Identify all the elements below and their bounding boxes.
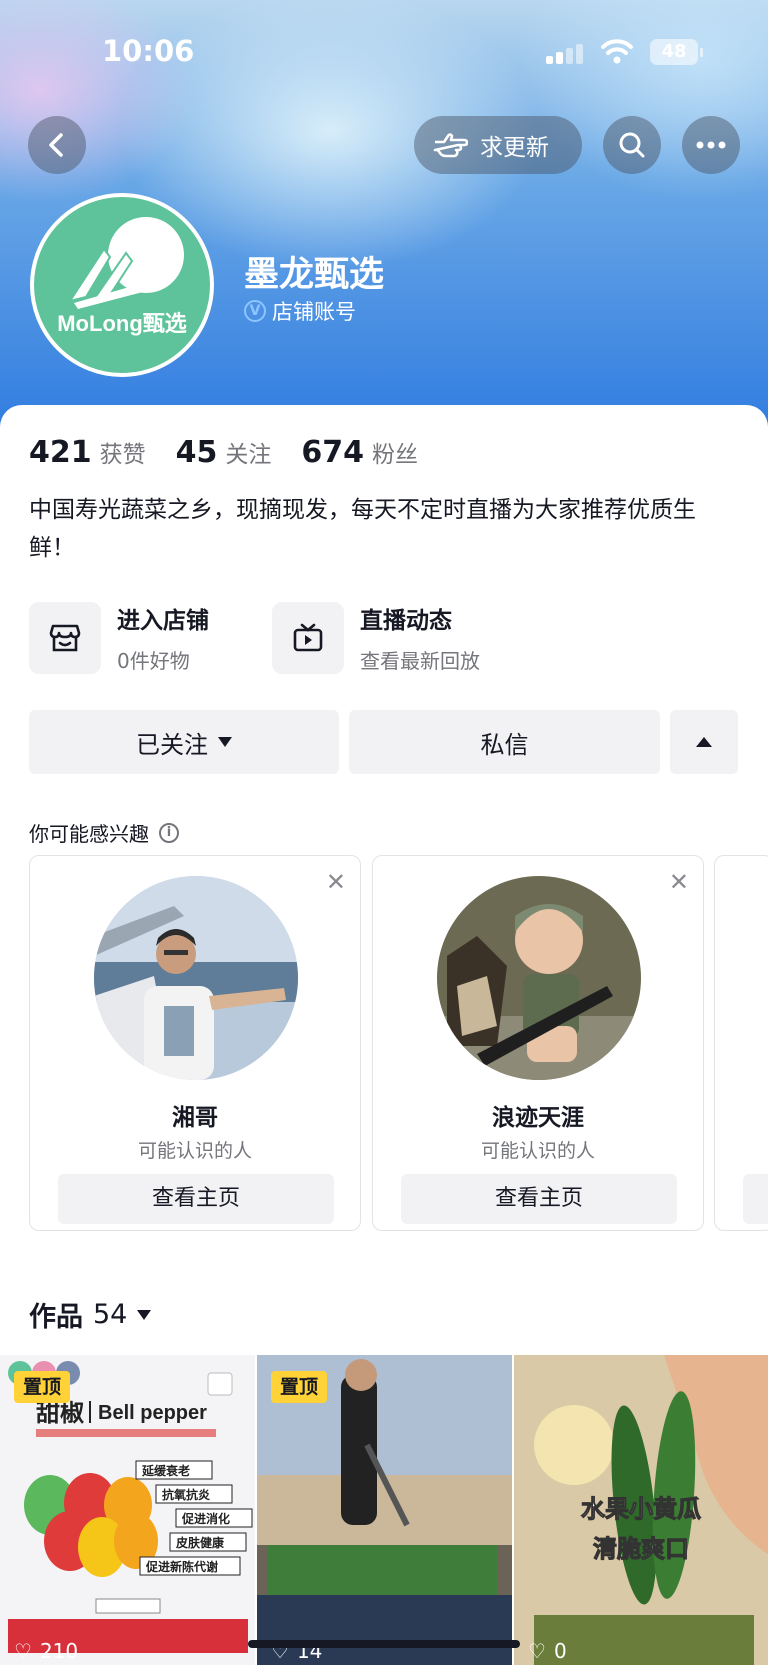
search-button[interactable] (603, 116, 661, 174)
collapse-suggestions-button[interactable] (670, 710, 738, 774)
suggestion-name: 湘哥 (172, 1105, 218, 1131)
live-updates-title: 直播动态 (360, 608, 452, 634)
back-button[interactable] (28, 116, 86, 174)
close-icon[interactable]: ✕ (669, 868, 689, 896)
stat-followers[interactable]: 674 粉丝 (301, 435, 418, 470)
enter-store-entry[interactable]: 进入店铺 0件好物 (29, 601, 209, 674)
avatar-logo-text: MoLong甄选 (57, 311, 187, 336)
works-grid: 甜椒 Bell pepper 延缓衰老 抗氧抗炎 促进消化 皮肤健康 促进新陈代… (0, 1355, 768, 1665)
view-profile-button[interactable]: 查看主页 (58, 1174, 334, 1224)
followed-label: 已关注 (136, 730, 208, 759)
home-indicator (248, 1640, 520, 1648)
account-type-label: 店铺账号 (272, 300, 356, 324)
suggestion-name: 浪迹天涯 (492, 1105, 584, 1131)
suggestion-card[interactable]: ✕ 浪迹天涯 可能认识的人 查看主页 (372, 855, 704, 1231)
profile-bio: 中国寿光蔬菜之乡，现摘现发，每天不定时直播为大家推荐优质生鲜！ (29, 497, 696, 561)
more-dots-icon (696, 141, 726, 149)
followed-button[interactable]: 已关注 (29, 710, 339, 774)
stat-likes[interactable]: 421 获赞 (29, 435, 146, 470)
wifi-icon (601, 39, 633, 64)
heart-icon: ♡ (528, 1639, 546, 1663)
verified-badge-icon: V (244, 300, 266, 322)
message-label: 私信 (480, 730, 529, 759)
pinned-badge: 置顶 (271, 1371, 327, 1403)
suggestion-subtitle: 可能认识的人 (137, 1140, 252, 1162)
suggestion-subtitle: 可能认识的人 (480, 1140, 595, 1162)
live-updates-entry[interactable]: 直播动态 查看最新回放 (272, 601, 480, 674)
suggestion-avatar[interactable] (94, 876, 298, 1080)
svg-text:延缓衰老: 延缓衰老 (141, 1463, 190, 1478)
svg-text:皮肤健康: 皮肤健康 (175, 1535, 225, 1550)
work-thumbnail: 水果小黄瓜 清脆爽口 (514, 1355, 768, 1665)
view-profile-button[interactable] (743, 1174, 768, 1224)
suggestion-card-partial[interactable] (714, 855, 768, 1231)
svg-text:促进新陈代谢: 促进新陈代谢 (145, 1559, 218, 1574)
pinned-badge: 置顶 (14, 1371, 70, 1403)
profile-card: 421 获赞 45 关注 674 粉丝 中国寿光蔬菜之乡，现摘现发，每天不定时直播为大… (0, 405, 768, 1665)
svg-text:抗氧抗炎: 抗氧抗炎 (162, 1487, 210, 1502)
info-icon[interactable]: i (159, 822, 179, 843)
tv-icon (272, 601, 344, 674)
works-label: 作品 (29, 1302, 83, 1333)
work-tile[interactable]: 置顶 ♡ 14 (257, 1355, 512, 1665)
chevron-left-icon (49, 133, 63, 157)
svg-text:Bell pepper: Bell pepper (98, 1402, 207, 1424)
caret-up-icon (696, 737, 712, 747)
work-tile[interactable]: 水果小黄瓜 清脆爽口 ♡ 0 (514, 1355, 768, 1665)
message-button[interactable]: 私信 (349, 710, 660, 774)
suggestions-title: 你可能感兴趣 i (29, 818, 179, 847)
store-icon (29, 601, 101, 674)
works-count: 54 (93, 1299, 128, 1330)
account-type: V 店铺账号 (244, 296, 356, 326)
shop-avatar[interactable]: MoLong甄选 (30, 193, 214, 377)
svg-text:甜椒: 甜椒 (36, 1399, 84, 1427)
svg-text:促进消化: 促进消化 (181, 1511, 230, 1526)
heart-icon: ♡ (14, 1639, 32, 1663)
action-buttons: 已关注 私信 (29, 710, 738, 774)
status-bar: 10:06 48 (0, 28, 768, 78)
request-update-label: 求更新 (480, 135, 549, 161)
enter-store-title: 进入店铺 (117, 608, 209, 634)
more-options-button[interactable] (682, 116, 740, 174)
svg-text:水果小黄瓜: 水果小黄瓜 (581, 1495, 701, 1523)
profile-stats: 421 获赞 45 关注 674 粉丝 (29, 435, 418, 470)
request-update-button[interactable]: 求更新 (414, 116, 582, 174)
view-profile-button[interactable]: 查看主页 (401, 1174, 677, 1224)
suggestion-card[interactable]: ✕ 湘哥 可能认识的人 查看主页 (29, 855, 361, 1231)
caret-down-icon (137, 1309, 152, 1320)
suggestion-avatar[interactable] (437, 876, 641, 1080)
like-count: ♡ 0 (528, 1639, 567, 1663)
live-updates-subtitle: 查看最新回放 (360, 649, 480, 673)
molong-logo-icon: MoLong甄选 (57, 217, 187, 336)
battery-indicator: 48 (650, 39, 698, 65)
pointing-hand-icon (433, 133, 468, 158)
works-tab[interactable]: 作品 54 (29, 1295, 152, 1334)
battery-tip (700, 48, 703, 57)
like-count: ♡ 210 (14, 1639, 79, 1663)
enter-store-subtitle: 0件好物 (117, 649, 190, 673)
stat-following[interactable]: 45 关注 (176, 435, 272, 470)
work-tile[interactable]: 甜椒 Bell pepper 延缓衰老 抗氧抗炎 促进消化 皮肤健康 促进新陈代… (0, 1355, 255, 1665)
signal-icon (546, 42, 584, 64)
svg-text:清脆爽口: 清脆爽口 (593, 1535, 689, 1563)
search-icon (619, 132, 645, 158)
close-icon[interactable]: ✕ (326, 868, 346, 896)
caret-down-icon (218, 737, 232, 747)
shop-name: 墨龙甄选 (244, 255, 385, 295)
status-time: 10:06 (102, 34, 195, 68)
